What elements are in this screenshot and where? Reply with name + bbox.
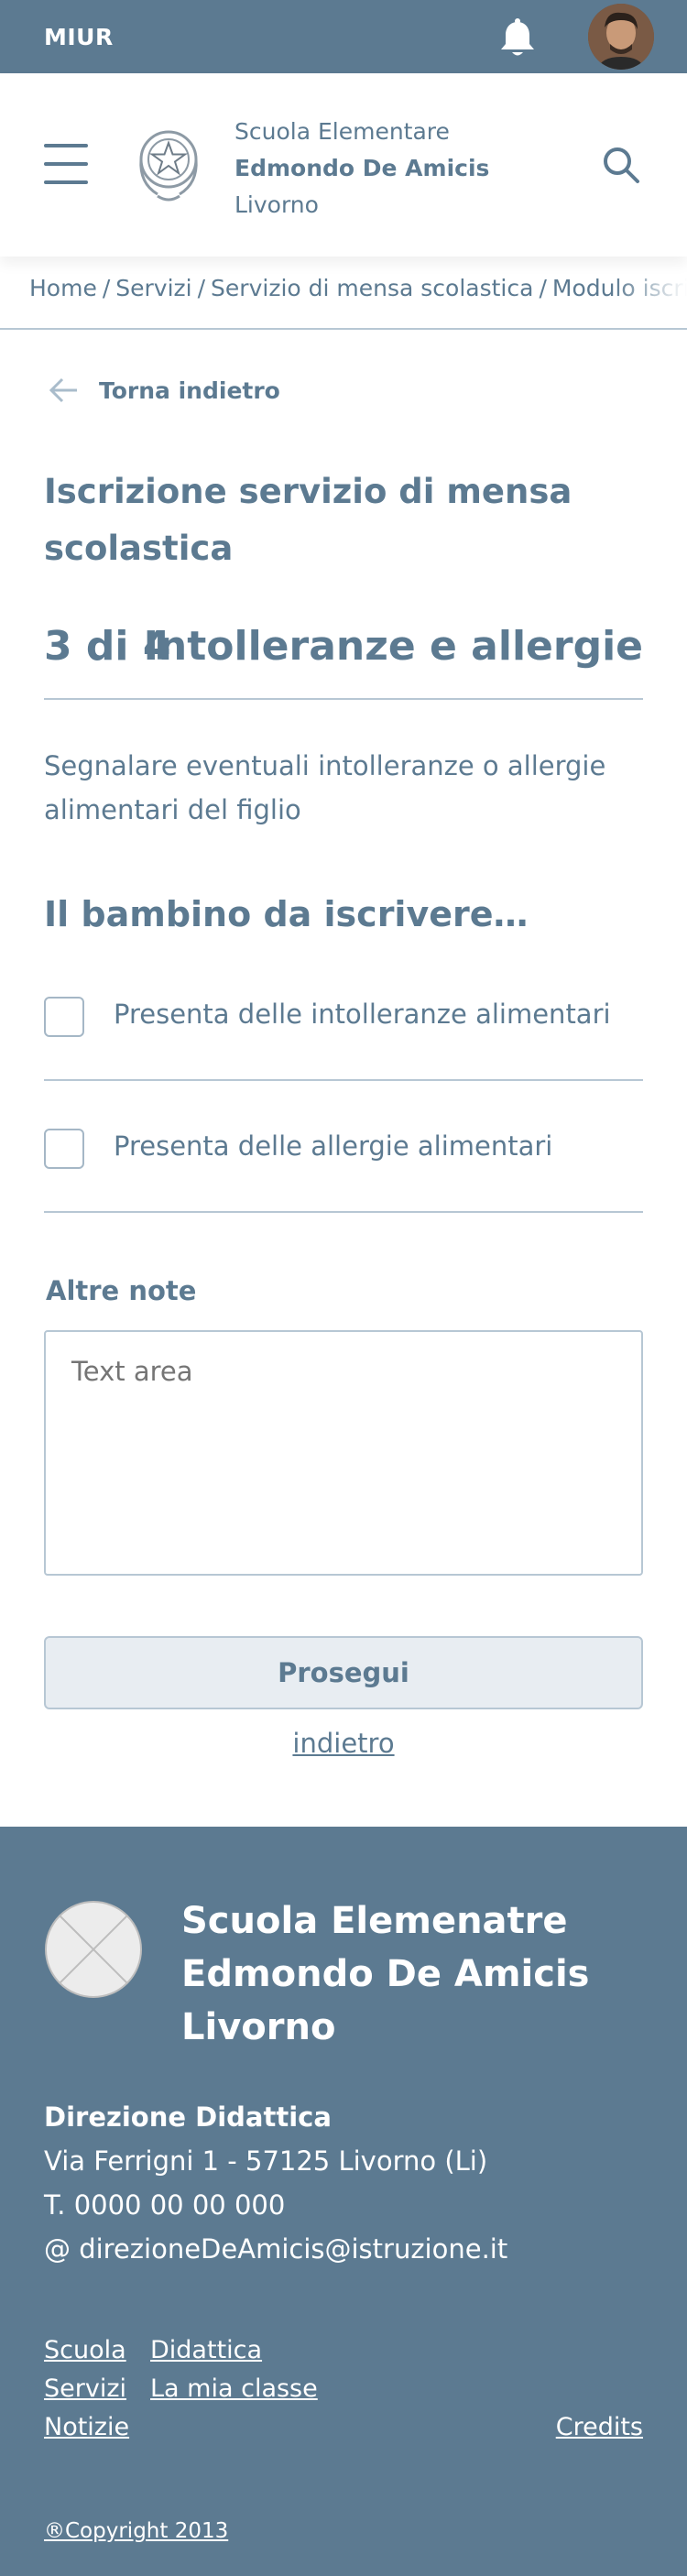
footer-copyright[interactable]: ®Copyright 2013 (44, 2519, 228, 2543)
breadcrumb-fade (614, 275, 687, 315)
top-bar: MIUR (0, 0, 687, 73)
footer-section-title: Direzione Didattica (44, 2101, 332, 2133)
footer-school-line: Scuola Elemenatre (181, 1900, 568, 1942)
breadcrumb-home[interactable]: Home (29, 275, 97, 301)
bell-icon[interactable] (495, 16, 540, 62)
page-title: Iscrizione servizio di mensa scolastica (44, 472, 572, 568)
footer-link-scuola[interactable]: Scuola (44, 2336, 126, 2364)
checkbox-allergie[interactable] (44, 1129, 84, 1169)
footer-link-credits[interactable]: Credits (556, 2413, 643, 2441)
step-description: Segnalare eventuali intolleranze o aller… (44, 750, 606, 825)
notes-label: Altre note (46, 1275, 197, 1306)
back-link-label: Torna indietro (99, 377, 280, 404)
divider (0, 328, 687, 330)
footer-link-servizi[interactable]: Servizi (44, 2374, 126, 2403)
footer-link-la-mia-classe[interactable]: La mia classe (150, 2374, 318, 2403)
footer-school-line: Edmondo De Amicis (181, 1953, 590, 1995)
footer-link-didattica[interactable]: Didattica (150, 2336, 262, 2364)
continue-button[interactable]: Prosegui (44, 1636, 643, 1709)
notes-textarea[interactable] (44, 1330, 643, 1576)
school-type: Scuola Elementare (234, 118, 450, 145)
breadcrumb-separator: / (197, 275, 206, 301)
arrow-left-icon (49, 377, 77, 403)
checkbox-label[interactable]: Presenta delle intolleranze alimentari (114, 999, 611, 1030)
brand-label[interactable]: MIUR (44, 24, 114, 50)
checkbox-row-allergie[interactable]: Presenta delle allergie alimentari (44, 1081, 643, 1213)
checkbox-label[interactable]: Presenta delle allergie alimentari (114, 1130, 552, 1162)
back-link[interactable]: Torna indietro (48, 374, 280, 407)
avatar[interactable] (588, 4, 654, 70)
footer-school-line: Livorno (181, 2006, 336, 2048)
checkbox-row-intolleranze[interactable]: Presenta delle intolleranze alimentari (44, 949, 643, 1081)
search-icon[interactable] (601, 145, 641, 185)
footer-link-notizie[interactable]: Notizie (44, 2413, 129, 2441)
breadcrumb: Home / Servizi / Servizio di mensa scolastic… (29, 275, 687, 315)
school-city: Livorno (234, 191, 319, 218)
breadcrumb-separator: / (102, 275, 111, 301)
hamburger-menu-icon[interactable] (44, 144, 88, 184)
footer-phone: T. 0000 00 00 000 (44, 2189, 286, 2221)
step-indicator: 3 di 4 Intolleranze e allergie (44, 623, 643, 700)
footer-address: Via Ferrigni 1 - 57125 Livorno (Li) (44, 2145, 488, 2177)
footer-email[interactable]: @ direzioneDeAmicis@istruzione.it (44, 2233, 507, 2265)
school-name: Edmondo De Amicis (234, 155, 490, 181)
site-footer: Scuola Elemenatre Edmondo De Amicis Livo… (0, 1827, 687, 2576)
breadcrumb-mensa[interactable]: Servizio di mensa scolastica (211, 275, 533, 301)
republic-emblem-icon (130, 119, 207, 207)
back-text-link[interactable]: indietro (0, 1728, 687, 1759)
footer-school-name[interactable]: Scuola Elemenatre Edmondo De Amicis Livo… (181, 1894, 658, 2054)
placeholder-logo-icon (44, 1900, 143, 1999)
checkbox-intolleranze[interactable] (44, 997, 84, 1037)
school-name-block[interactable]: Scuola Elementare Edmondo De Amicis Livo… (234, 114, 489, 224)
section-subtitle: Il bambino da iscrivere… (44, 894, 529, 934)
step-name: Intolleranze e allergie (143, 623, 643, 670)
breadcrumb-servizi[interactable]: Servizi (115, 275, 191, 301)
breadcrumb-separator: / (539, 275, 547, 301)
site-header: Scuola Elementare Edmondo De Amicis Livo… (0, 73, 687, 257)
